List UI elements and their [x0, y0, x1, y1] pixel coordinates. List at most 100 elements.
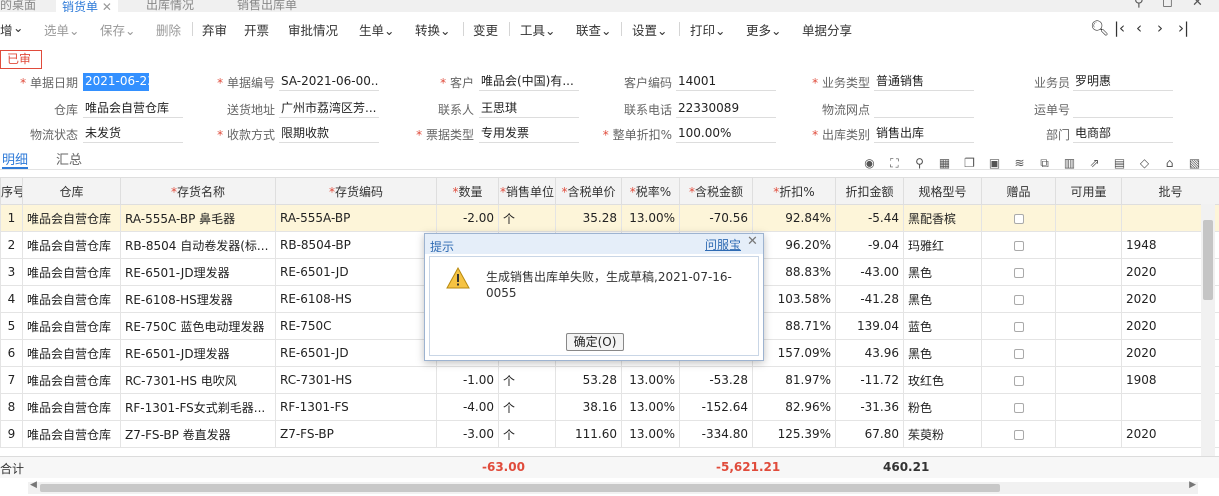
cell-tax-rate[interactable]: 13.00%	[621, 393, 680, 421]
cell-available[interactable]	[1055, 231, 1122, 259]
cell-gift[interactable]	[981, 312, 1056, 340]
chart-icon[interactable]: ▥	[1062, 156, 1077, 170]
cell-qty[interactable]: -4.00	[436, 393, 499, 421]
unapprove-button[interactable]: 弃审	[202, 20, 227, 39]
customer-code-field[interactable]: 14001	[676, 73, 776, 91]
col-unit[interactable]: *销售单位	[498, 177, 556, 205]
cell-discount-amount[interactable]: -11.72	[835, 366, 904, 394]
next-record-icon[interactable]: ›	[1157, 19, 1163, 37]
cell-item-name[interactable]: RE-6501-JD理发器	[120, 258, 276, 286]
cell-seq[interactable]: 5	[0, 312, 23, 340]
cell-item-code[interactable]: RE-6108-HS	[275, 285, 437, 313]
gift-checkbox[interactable]	[1013, 240, 1024, 251]
cell-gift[interactable]	[981, 231, 1056, 259]
ok-button[interactable]: 确定(O)	[566, 333, 624, 351]
cell-gift[interactable]	[981, 339, 1056, 367]
cell-amount[interactable]: -70.56	[679, 204, 753, 232]
cell-warehouse[interactable]: 唯品会自营仓库	[22, 312, 121, 340]
tab-sales-order[interactable]: 销货单 ✕	[56, 0, 118, 12]
cell-seq[interactable]: 7	[0, 366, 23, 394]
col-item-code[interactable]: *存货编码	[275, 177, 437, 205]
col-qty[interactable]: *数量	[436, 177, 499, 205]
phone-field[interactable]: 22330089	[676, 100, 776, 118]
gift-checkbox[interactable]	[1013, 321, 1024, 332]
tools-button[interactable]: 工具⌄	[520, 20, 556, 39]
cell-warehouse[interactable]: 唯品会自营仓库	[22, 420, 121, 448]
select-button[interactable]: 选单⌄	[44, 20, 80, 39]
cell-item-code[interactable]: RE-750C	[275, 312, 437, 340]
cell-available[interactable]	[1055, 204, 1122, 232]
cell-available[interactable]	[1055, 285, 1122, 313]
table-row[interactable]: 9 唯品会自营仓库 Z7-FS-BP 卷直发器 Z7-FS-BP -3.00 个 111.6…	[0, 420, 1219, 448]
tab-outbound-doc[interactable]: 销售出库单	[237, 0, 297, 12]
last-record-icon[interactable]: ›|	[1178, 19, 1189, 37]
col-batch[interactable]: 批号	[1121, 177, 1219, 205]
cell-qty[interactable]: -1.00	[436, 366, 499, 394]
close-icon[interactable]: ✕	[102, 0, 112, 12]
convert-button[interactable]: 转换⌄	[415, 20, 451, 39]
cell-discount[interactable]: 157.09%	[752, 339, 836, 367]
cell-unit-price[interactable]: 35.28	[555, 204, 622, 232]
biz-type-field[interactable]: 普通销售	[874, 73, 974, 91]
cell-amount[interactable]: -334.80	[679, 420, 753, 448]
cell-discount[interactable]: 125.39%	[752, 420, 836, 448]
logistics-point-field[interactable]	[874, 100, 974, 118]
print-button[interactable]: 打印⌄	[690, 20, 726, 39]
cell-amount[interactable]: -53.28	[679, 366, 753, 394]
close-icon[interactable]: ✕	[747, 234, 758, 249]
cell-gift[interactable]	[981, 366, 1056, 394]
cell-discount-amount[interactable]: -41.28	[835, 285, 904, 313]
cell-spec[interactable]: 黑色	[903, 258, 982, 286]
ship-addr-field[interactable]: 广州市荔湾区芳...	[279, 100, 379, 118]
cell-gift[interactable]	[981, 285, 1056, 313]
cell-seq[interactable]: 1	[0, 204, 23, 232]
tab-detail[interactable]: 明细	[2, 149, 29, 169]
first-record-icon[interactable]: |‹	[1114, 19, 1125, 37]
more-button[interactable]: 更多⌄	[746, 20, 782, 39]
cell-item-name[interactable]: Z7-FS-BP 卷直发器	[120, 420, 276, 448]
cell-seq[interactable]: 8	[0, 393, 23, 421]
cell-unit[interactable]: 个	[498, 393, 556, 421]
cell-available[interactable]	[1055, 420, 1122, 448]
gift-checkbox[interactable]	[1013, 267, 1024, 278]
cell-seq[interactable]: 4	[0, 285, 23, 313]
paste-icon[interactable]: ▣	[987, 156, 1002, 170]
scroll-thumb[interactable]	[1203, 220, 1213, 300]
cell-discount-amount[interactable]: -9.04	[835, 231, 904, 259]
cell-discount-amount[interactable]: 139.04	[835, 312, 904, 340]
col-spec[interactable]: 规格型号	[903, 177, 982, 205]
restore-icon[interactable]: ◻	[1162, 0, 1173, 10]
warehouse-field[interactable]: 唯品会自营仓库	[83, 100, 183, 118]
cell-tax-rate[interactable]: 13.00%	[621, 204, 680, 232]
cell-tax-rate[interactable]: 13.00%	[621, 366, 680, 394]
cell-item-name[interactable]: RF-1301-FS女式剃毛器...	[120, 393, 276, 421]
cell-spec[interactable]: 粉色	[903, 393, 982, 421]
cell-item-code[interactable]: RE-6501-JD	[275, 258, 437, 286]
cell-warehouse[interactable]: 唯品会自营仓库	[22, 231, 121, 259]
waybill-field[interactable]	[1073, 100, 1173, 118]
cell-gift[interactable]	[981, 393, 1056, 421]
scroll-right-icon[interactable]: ▶	[1189, 480, 1196, 490]
close-window-icon[interactable]: ✕	[1192, 0, 1203, 10]
table-row[interactable]: 7 唯品会自营仓库 RC-7301-HS 电吹风 RC-7301-HS -1.00 个 53…	[0, 366, 1219, 394]
cell-warehouse[interactable]: 唯品会自营仓库	[22, 258, 121, 286]
dept-field[interactable]: 电商部	[1073, 125, 1173, 143]
cell-discount[interactable]: 96.20%	[752, 231, 836, 259]
cell-seq[interactable]: 2	[0, 231, 23, 259]
filter-icon[interactable]: ≋	[1012, 156, 1027, 170]
col-seq[interactable]: 序号	[0, 177, 23, 205]
cell-warehouse[interactable]: 唯品会自营仓库	[22, 366, 121, 394]
cell-amount[interactable]: -152.64	[679, 393, 753, 421]
out-type-field[interactable]: 销售出库	[874, 125, 974, 143]
cell-seq[interactable]: 3	[0, 258, 23, 286]
col-discount-amount[interactable]: 折扣金额	[835, 177, 904, 205]
gift-checkbox[interactable]	[1013, 213, 1024, 224]
save-button[interactable]: 保存⌄	[100, 20, 136, 39]
col-amount[interactable]: *含税金额	[679, 177, 753, 205]
logistics-status-field[interactable]: 未发货	[83, 125, 183, 143]
invoice-type-field[interactable]: 专用发票	[479, 125, 579, 143]
salesman-field[interactable]: 罗明惠	[1073, 73, 1173, 91]
cell-unit-price[interactable]: 111.60	[555, 420, 622, 448]
search-icon[interactable]: ⚲	[1134, 0, 1144, 10]
col-gift[interactable]: 赠品	[981, 177, 1056, 205]
